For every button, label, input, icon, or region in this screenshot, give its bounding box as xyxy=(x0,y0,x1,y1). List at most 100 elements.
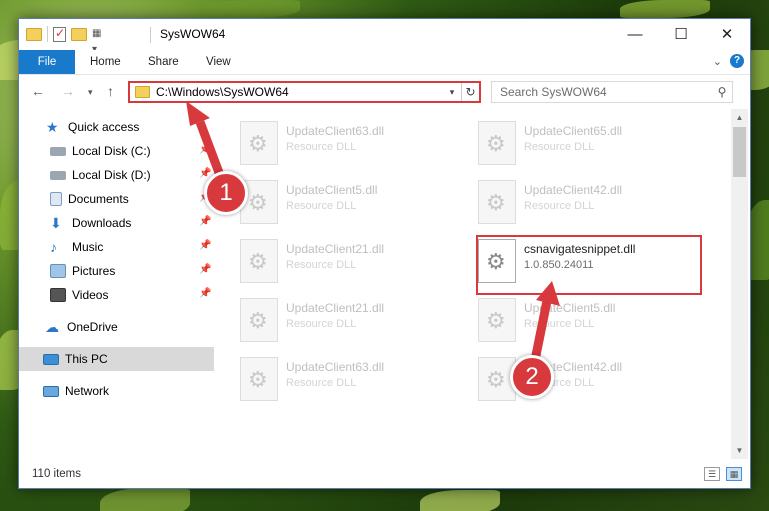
file-tile[interactable]: UpdateClient63.dll Resource DLL xyxy=(240,357,470,407)
sidebar-item-downloads[interactable]: ⬇ Downloads 📌 xyxy=(19,211,214,235)
search-input[interactable]: Search SysWOW64 xyxy=(500,85,712,99)
address-bar[interactable]: C:\Windows\SysWOW64 ▾ ↻ xyxy=(128,81,481,103)
sidebar-item-label: Quick access xyxy=(68,120,140,134)
file-type: Resource DLL xyxy=(524,200,595,212)
file-type: Resource DLL xyxy=(286,141,357,153)
close-button[interactable]: ✕ xyxy=(704,19,750,49)
file-tile[interactable]: UpdateClient42.dll Resource DLL xyxy=(478,180,708,230)
music-icon: ♪ xyxy=(50,239,57,255)
help-icon[interactable]: ? xyxy=(730,54,744,68)
expand-ribbon-icon[interactable]: ⌄ xyxy=(713,55,722,68)
tiles-view-icon[interactable]: ▦ xyxy=(726,467,742,481)
refresh-icon[interactable]: ↻ xyxy=(461,83,479,101)
downloads-icon: ⬇ xyxy=(50,215,62,231)
sidebar-item-label: OneDrive xyxy=(67,320,118,334)
file-tile[interactable]: UpdateClient65.dll Resource DLL xyxy=(478,121,708,171)
back-arrow-icon[interactable]: ← xyxy=(31,83,45,99)
file-name: UpdateClient42.dll xyxy=(524,183,623,197)
sidebar-item-music[interactable]: ♪ Music 📌 xyxy=(19,235,214,259)
file-tile[interactable]: UpdateClient5.dll Resource DLL xyxy=(478,298,708,348)
sidebar-item-videos[interactable]: Videos 📌 xyxy=(19,283,214,307)
pictures-icon xyxy=(50,264,66,278)
sidebar-item-label: This PC xyxy=(65,352,108,366)
file-type: Resource DLL xyxy=(286,377,357,389)
sidebar-item-pictures[interactable]: Pictures 📌 xyxy=(19,259,214,283)
vertical-scrollbar[interactable]: ▲ ▼ xyxy=(731,109,748,459)
recent-locations-icon[interactable]: ▾ xyxy=(88,87,93,98)
up-arrow-icon[interactable]: ↑ xyxy=(107,83,114,99)
pin-icon: 📌 xyxy=(199,240,212,251)
minimize-button[interactable]: — xyxy=(612,19,658,49)
sidebar-item-label: Videos xyxy=(72,288,109,302)
sidebar-item-quick-access[interactable]: ★ Quick access xyxy=(19,115,214,139)
scroll-down-icon[interactable]: ▼ xyxy=(731,442,748,459)
file-type: Resource DLL xyxy=(286,200,357,212)
sidebar-item-documents[interactable]: Documents 📌 xyxy=(19,187,214,211)
properties-icon[interactable] xyxy=(53,26,66,42)
sidebar-item-local-disk-d[interactable]: Local Disk (D:) 📌 xyxy=(19,163,214,187)
file-type: Resource DLL xyxy=(524,318,595,330)
navigation-pane: ★ Quick access Local Disk (C:) 📌 Local D… xyxy=(19,115,214,455)
step-2-badge: 2 xyxy=(510,355,554,399)
star-icon: ★ xyxy=(46,119,59,135)
tab-file[interactable]: File xyxy=(19,50,75,74)
dll-file-icon xyxy=(478,121,516,165)
customize-icon[interactable]: ▦ ▾ xyxy=(92,26,108,55)
address-path[interactable]: C:\Windows\SysWOW64 xyxy=(156,85,443,99)
videos-icon xyxy=(50,288,66,302)
navigation-bar: ← → ▾ ↑ C:\Windows\SysWOW64 ▾ ↻ Search S… xyxy=(19,76,750,108)
file-name: UpdateClient5.dll xyxy=(286,183,378,197)
ribbon-tabs: File Home Share View ⌄ ? xyxy=(19,50,750,75)
pin-icon: 📌 xyxy=(199,288,212,299)
dll-file-icon xyxy=(478,298,516,342)
drive-icon xyxy=(50,170,66,180)
chevron-down-icon[interactable]: ▾ xyxy=(443,87,461,98)
forward-arrow-icon[interactable]: → xyxy=(61,83,75,99)
pin-icon: 📌 xyxy=(199,144,212,155)
search-box[interactable]: Search SysWOW64 ⚲ xyxy=(491,81,733,103)
file-name: UpdateClient65.dll xyxy=(524,124,623,138)
dll-file-icon xyxy=(478,180,516,224)
tab-share[interactable]: Share xyxy=(148,50,179,74)
sidebar-item-this-pc[interactable]: This PC xyxy=(19,347,214,371)
file-name: UpdateClient21.dll xyxy=(286,301,385,315)
sidebar-item-network[interactable]: Network xyxy=(19,379,214,403)
drive-icon xyxy=(50,146,66,156)
network-icon xyxy=(43,385,59,397)
status-bar: 110 items ☰ ▦ xyxy=(19,462,750,488)
title-bar: ▦ ▾ SysWOW64 — ☐ ✕ xyxy=(19,19,750,55)
file-tile[interactable]: UpdateClient21.dll Resource DLL xyxy=(240,298,470,348)
sidebar-item-onedrive[interactable]: ☁ OneDrive xyxy=(19,315,214,339)
sidebar-item-label: Network xyxy=(65,384,110,398)
file-type: Resource DLL xyxy=(286,318,357,330)
tab-home[interactable]: Home xyxy=(90,50,121,74)
folder-icon xyxy=(135,86,150,98)
sidebar-item-label: Pictures xyxy=(72,264,116,278)
file-type: Resource DLL xyxy=(286,259,357,271)
sidebar-item-local-disk-c[interactable]: Local Disk (C:) 📌 xyxy=(19,139,214,163)
details-view-icon[interactable]: ☰ xyxy=(704,467,720,481)
documents-icon xyxy=(50,192,62,206)
file-tile[interactable]: UpdateClient5.dll Resource DLL xyxy=(240,180,470,230)
dll-file-icon xyxy=(240,239,278,283)
cloud-icon: ☁ xyxy=(45,319,59,335)
window-title: SysWOW64 xyxy=(160,27,226,41)
scroll-up-icon[interactable]: ▲ xyxy=(731,109,748,126)
file-name: UpdateClient63.dll xyxy=(286,124,385,138)
pin-icon: 📌 xyxy=(199,216,212,227)
file-name: UpdateClient63.dll xyxy=(286,360,385,374)
dll-file-icon xyxy=(240,298,278,342)
file-tile[interactable]: UpdateClient21.dll Resource DLL xyxy=(240,239,470,289)
maximize-button[interactable]: ☐ xyxy=(658,19,704,49)
sidebar-item-label: Local Disk (D:) xyxy=(72,168,151,182)
item-count: 110 items xyxy=(32,468,82,480)
sidebar-item-label: Local Disk (C:) xyxy=(72,144,151,158)
scrollbar-thumb[interactable] xyxy=(733,127,746,177)
new-folder-icon[interactable] xyxy=(71,27,87,41)
search-icon[interactable]: ⚲ xyxy=(712,85,732,99)
file-type: Resource DLL xyxy=(524,141,595,153)
separator xyxy=(47,26,48,42)
file-tile[interactable]: UpdateClient63.dll Resource DLL xyxy=(240,121,470,171)
tab-view[interactable]: View xyxy=(206,50,231,74)
dll-file-icon xyxy=(240,121,278,165)
